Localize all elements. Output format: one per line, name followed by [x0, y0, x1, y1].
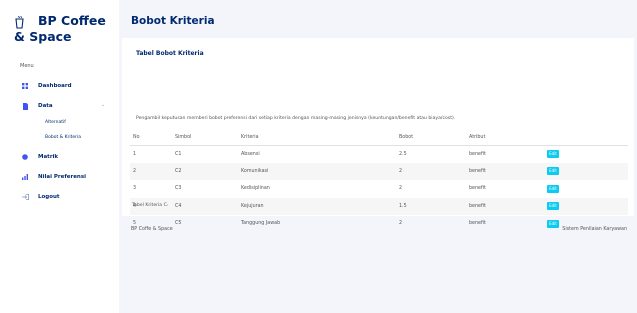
cell-action: Edit: [544, 162, 628, 180]
brand-name: BP Coffee & Space: [14, 13, 106, 44]
cell-bobot: 2: [399, 221, 403, 227]
footer-brand: BP Coffe & Space: [131, 227, 173, 232]
cell-bobot: 2: [399, 186, 403, 192]
table-row: 1 C1 Absensi 2.5 benefit Edit: [130, 145, 628, 163]
grid-icon: [20, 83, 30, 89]
document-icon: [20, 102, 30, 110]
edit-button[interactable]: Edit: [547, 202, 559, 211]
card-title: Tabel Bobot Kriteria: [136, 50, 204, 57]
table-row: 4 C4 Kejujuran 1.5 benefit Edit: [130, 197, 628, 215]
column-header-bobot: Bobot: [396, 131, 466, 146]
cell-atribut: benefit: [469, 186, 486, 192]
sidebar-subitem-bobot-kriteria[interactable]: Bobot & Kriteria: [45, 135, 81, 140]
edit-button[interactable]: Edit: [547, 150, 559, 158]
table-row: 3 C3 Kedisiplinan 2 benefit Edit: [130, 180, 628, 198]
cell-kriteria: Kejujuran: [238, 197, 396, 215]
cell-kriteria: Tanggung Jawab: [241, 221, 281, 227]
column-header-atribut: Atribut: [466, 131, 544, 146]
column-header-action: [544, 131, 628, 146]
kriteria-card: Tabel Bobot Kriteria Pengambil keputusan…: [122, 38, 634, 228]
column-header-no: No: [130, 131, 172, 146]
cell-action: Edit: [544, 197, 628, 215]
edit-button[interactable]: Edit: [547, 184, 559, 193]
logout-icon: [20, 194, 30, 200]
card-description: Pengambil keputusan memberi bobot prefer…: [136, 116, 456, 121]
sidebar-item-label: Data: [38, 103, 53, 109]
cell-kriteria: Absensi: [241, 151, 260, 157]
cell-bobot: 2.5: [399, 151, 407, 157]
cell-simbol: C1: [175, 151, 182, 157]
table-caption: Tabel Kriteria Cᵢ: [132, 203, 168, 208]
chevron-down-icon: ⌄: [100, 102, 105, 108]
sidebar-item-logout[interactable]: Logout: [20, 191, 105, 203]
sidebar-subitem-alternatif[interactable]: Alternatif: [45, 120, 66, 125]
cell-bobot: 2: [396, 162, 466, 180]
cell-no: 2: [130, 162, 172, 180]
cell-simbol: C5: [175, 221, 182, 227]
footer-system-name: Sistem Penilaian Karyawan: [562, 227, 627, 232]
cell-no: 3: [133, 186, 137, 192]
sidebar-item-label: Nilai Preferensi: [38, 174, 86, 180]
edit-button[interactable]: Edit: [547, 219, 559, 228]
sidebar: BP Coffee & Space Menu Dashboard Data ⌄ …: [0, 0, 119, 313]
table-header-row: No Simbol Kriteria Bobot Atribut: [130, 131, 628, 146]
cell-atribut: benefit: [469, 221, 486, 227]
bar-chart-icon: [20, 174, 30, 180]
sidebar-item-label: Matrik: [38, 154, 59, 160]
cell-kriteria: Komunikasi: [238, 162, 396, 180]
sidebar-item-label: Dashboard: [38, 83, 72, 89]
sidebar-item-nilai-preferensi[interactable]: Nilai Preferensi: [20, 171, 105, 183]
cell-bobot: 1.5: [396, 197, 466, 215]
cell-kriteria: Kedisiplinan: [241, 186, 270, 192]
cell-simbol: C4: [172, 197, 238, 215]
cell-atribut: benefit: [466, 197, 544, 215]
table-row: 2 C2 Komunikasi 2 benefit Edit: [130, 162, 628, 180]
cell-atribut: benefit: [469, 151, 486, 157]
column-header-simbol: Simbol: [172, 131, 238, 146]
sidebar-item-data[interactable]: Data ⌄: [20, 100, 105, 112]
cell-simbol: C3: [175, 186, 182, 192]
sidebar-item-matrik[interactable]: Matrik: [20, 151, 105, 163]
table-row: 5 C5 Tanggung Jawab 2 benefit Edit: [130, 215, 628, 233]
sidebar-item-dashboard[interactable]: Dashboard: [20, 80, 105, 92]
sidebar-item-label: Logout: [38, 194, 60, 200]
page-title: Bobot Kriteria: [131, 15, 215, 27]
cell-no: 1: [133, 151, 137, 157]
kriteria-table: No Simbol Kriteria Bobot Atribut 1 C1 Ab…: [130, 131, 628, 233]
cell-atribut: benefit: [466, 162, 544, 180]
menu-heading: Menu: [20, 63, 34, 69]
cell-action: Edit: [544, 180, 628, 198]
edit-button[interactable]: Edit: [547, 167, 559, 176]
column-header-kriteria: Kriteria: [238, 131, 396, 146]
cell-action: Edit: [544, 145, 628, 163]
matrix-icon: [20, 154, 30, 160]
cell-simbol: C2: [172, 162, 238, 180]
